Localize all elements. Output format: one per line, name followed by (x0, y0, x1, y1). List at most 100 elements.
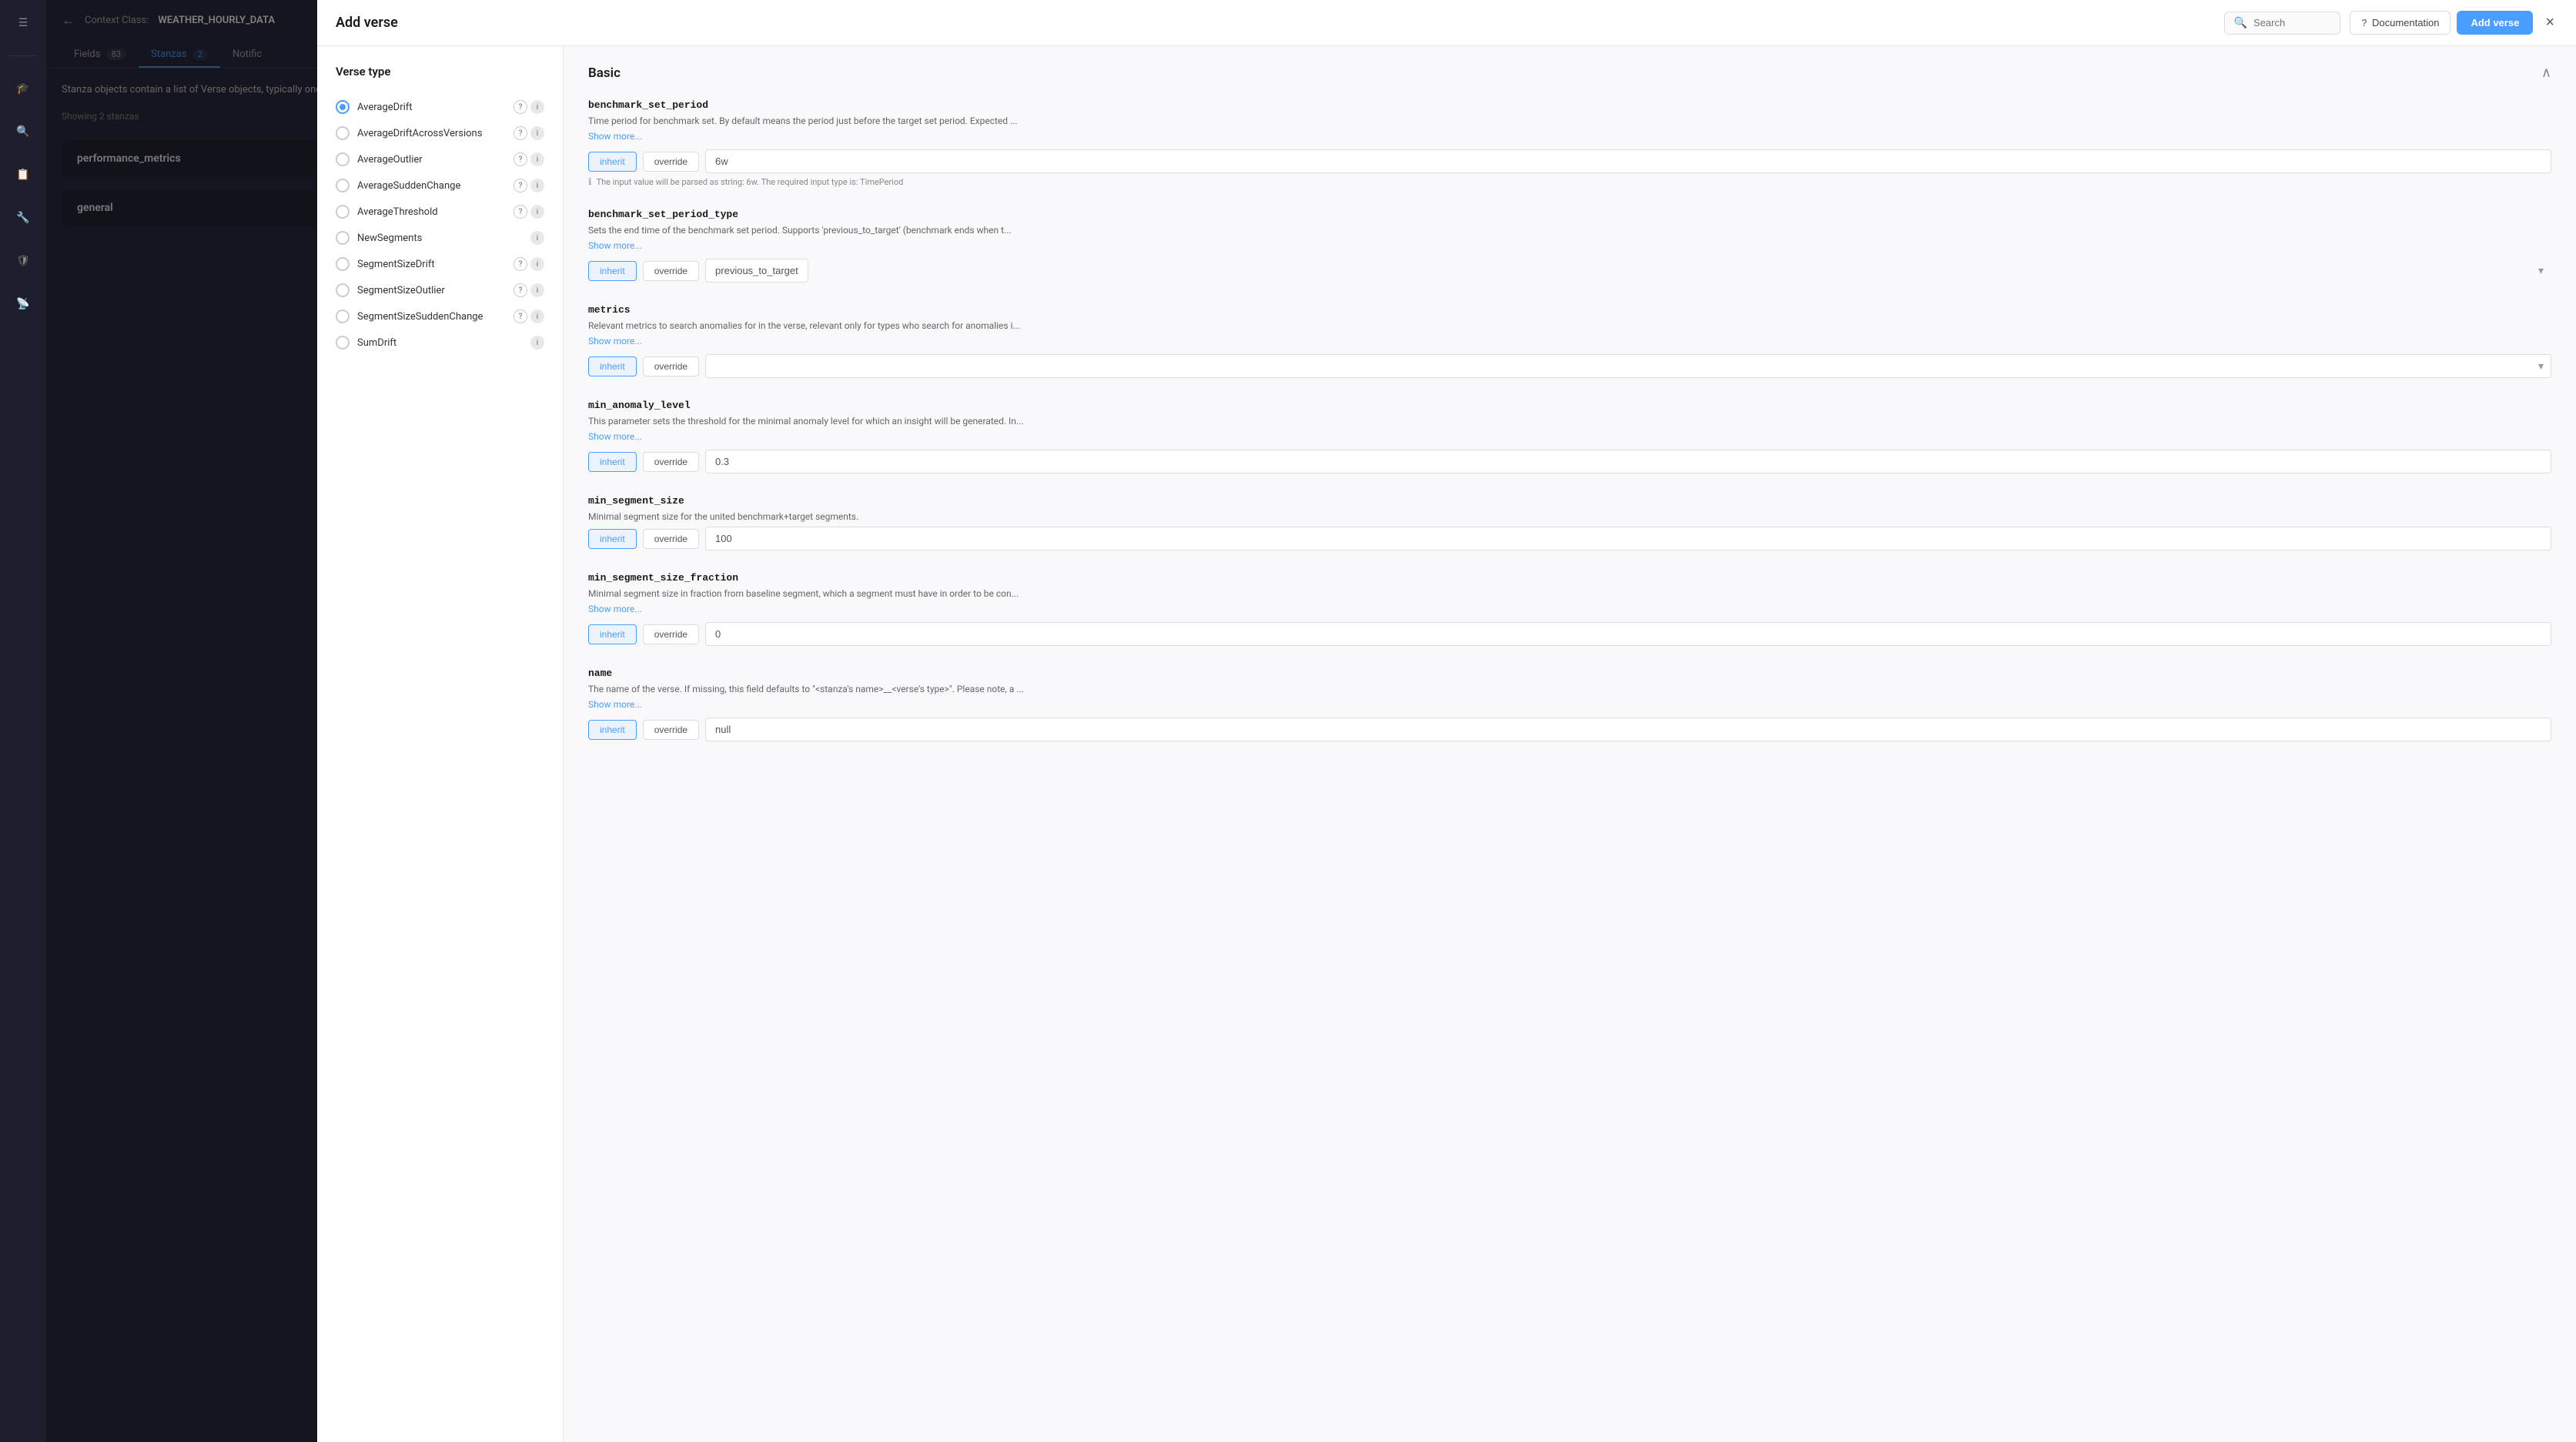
verse-option-icons: i (530, 231, 544, 245)
info-icon[interactable]: i (530, 231, 544, 245)
inherit-button[interactable]: inherit (588, 356, 637, 376)
verse-option-averagedrift[interactable]: AverageDrift?i (336, 94, 544, 120)
info-icon[interactable]: i (530, 283, 544, 297)
verse-option-segmentsizesuddenchange[interactable]: SegmentSizeSuddenChange?i (336, 303, 544, 330)
override-button[interactable]: override (643, 452, 699, 472)
param-description: The name of the verse. If missing, this … (588, 682, 2551, 696)
radio-averagedriftacrossversions[interactable] (336, 126, 350, 140)
verse-option-averagethreshold[interactable]: AverageThreshold?i (336, 199, 544, 225)
radio-averagesuddenchange[interactable] (336, 179, 350, 192)
close-modal-button[interactable]: × (2542, 11, 2558, 35)
info-icon[interactable]: i (530, 179, 544, 192)
radio-newsegments[interactable] (336, 231, 350, 245)
graduation-cap-icon[interactable]: 🎓 (9, 75, 37, 102)
help-icon[interactable]: ? (514, 100, 527, 114)
verse-option-segmentsizedrift[interactable]: SegmentSizeDrift?i (336, 251, 544, 277)
radio-segmentsizesuddenchange[interactable] (336, 309, 350, 323)
modal-search-icon: 🔍 (2234, 17, 2247, 29)
info-icon[interactable]: i (530, 126, 544, 140)
help-icon[interactable]: ? (514, 126, 527, 140)
help-icon[interactable]: ? (514, 205, 527, 219)
param-show-more-link[interactable]: Show more... (588, 699, 2551, 710)
info-icon[interactable]: i (530, 257, 544, 271)
override-button[interactable]: override (643, 261, 699, 281)
config-panel: Basic ∧ benchmark_set_periodTime period … (564, 46, 2576, 1442)
search-nav-icon[interactable]: 🔍 (9, 118, 37, 146)
info-icon[interactable]: i (530, 205, 544, 219)
shield-nav-icon[interactable]: 🛡 (9, 247, 37, 275)
param-block-name: nameThe name of the verse. If missing, t… (588, 667, 2551, 741)
info-icon[interactable]: i (530, 309, 544, 323)
param-show-more-link[interactable]: Show more... (588, 604, 2551, 614)
verse-option-sumdrift[interactable]: SumDrift i (336, 330, 544, 356)
param-controls: inherit override (588, 149, 2551, 173)
param-input-field[interactable] (705, 450, 2551, 473)
inherit-button[interactable]: inherit (588, 452, 637, 472)
help-icon[interactable]: ? (514, 309, 527, 323)
verse-option-segmentsizeoutlier[interactable]: SegmentSizeOutlier?i (336, 277, 544, 303)
info-icon[interactable]: i (530, 152, 544, 166)
override-button[interactable]: override (643, 624, 699, 644)
override-button[interactable]: override (643, 356, 699, 376)
verse-option-averagedriftacrossversions[interactable]: AverageDriftAcrossVersions?i (336, 120, 544, 146)
verse-option-newsegments[interactable]: NewSegments i (336, 225, 544, 251)
help-icon[interactable]: ? (514, 257, 527, 271)
verse-option-icons: ?i (514, 205, 544, 219)
wifi-nav-icon[interactable]: 📡 (9, 290, 37, 318)
verse-option-label: SegmentSizeOutlier (357, 285, 506, 296)
modal-search-container[interactable]: 🔍 (2224, 12, 2340, 35)
select-wrapper: previous_to_target (705, 259, 2551, 283)
verse-option-averagesuddenchange[interactable]: AverageSuddenChange?i (336, 172, 544, 199)
param-show-more-link[interactable]: Show more... (588, 336, 2551, 346)
help-icon[interactable]: ? (514, 152, 527, 166)
inherit-button[interactable]: inherit (588, 529, 637, 549)
param-input-field[interactable] (705, 622, 2551, 646)
question-mark-icon: ? (2361, 17, 2367, 28)
inherit-button[interactable]: inherit (588, 624, 637, 644)
verse-option-icons: ?i (514, 126, 544, 140)
radio-segmentsizedrift[interactable] (336, 257, 350, 271)
verse-option-averageoutlier[interactable]: AverageOutlier?i (336, 146, 544, 172)
radio-averagedrift[interactable] (336, 100, 350, 114)
radio-segmentsizeoutlier[interactable] (336, 283, 350, 297)
param-show-more-link[interactable]: Show more... (588, 431, 2551, 442)
collapse-icon[interactable]: ∧ (2541, 65, 2551, 81)
book-nav-icon[interactable]: 📋 (9, 161, 37, 189)
wrench-nav-icon[interactable]: 🔧 (9, 204, 37, 232)
param-input-note: ℹThe input value will be parsed as strin… (588, 176, 2551, 187)
override-button[interactable]: override (643, 152, 699, 172)
info-icon[interactable]: i (530, 100, 544, 114)
add-verse-button[interactable]: Add verse (2457, 11, 2533, 35)
verse-option-label: SumDrift (357, 337, 523, 349)
info-icon[interactable]: i (530, 336, 544, 350)
inherit-button[interactable]: inherit (588, 152, 637, 172)
note-text: The input value will be parsed as string… (597, 177, 904, 187)
verse-option-label: NewSegments (357, 233, 523, 244)
param-block-benchmark_set_period: benchmark_set_periodTime period for benc… (588, 99, 2551, 187)
param-input-field[interactable] (705, 718, 2551, 741)
radio-averageoutlier[interactable] (336, 152, 350, 166)
verse-type-panel: Verse type AverageDrift?iAverageDriftAcr… (317, 46, 564, 1442)
override-button[interactable]: override (643, 720, 699, 740)
param-name-label: benchmark_set_period (588, 99, 2551, 111)
verse-option-icons: i (530, 336, 544, 350)
param-input-field[interactable] (705, 149, 2551, 173)
param-input-field[interactable] (705, 527, 2551, 550)
param-dropdown-input[interactable] (705, 354, 2551, 378)
radio-averagethreshold[interactable] (336, 205, 350, 219)
verse-option-label: AverageDrift (357, 102, 506, 113)
inherit-button[interactable]: inherit (588, 261, 637, 281)
param-show-more-link[interactable]: Show more... (588, 240, 2551, 251)
override-button[interactable]: override (643, 529, 699, 549)
radio-sumdrift[interactable] (336, 336, 350, 350)
help-icon[interactable]: ? (514, 283, 527, 297)
help-icon[interactable]: ? (514, 179, 527, 192)
param-name-label: min_segment_size (588, 495, 2551, 507)
param-show-more-link[interactable]: Show more... (588, 131, 2551, 142)
param-select[interactable]: previous_to_target (705, 259, 808, 283)
inherit-button[interactable]: inherit (588, 720, 637, 740)
documentation-button[interactable]: ? Documentation (2350, 11, 2451, 35)
modal-header: Add verse 🔍 ? Documentation Add verse × (317, 0, 2576, 46)
modal-search-input[interactable] (2253, 17, 2330, 28)
hamburger-icon[interactable]: ☰ (9, 9, 37, 37)
